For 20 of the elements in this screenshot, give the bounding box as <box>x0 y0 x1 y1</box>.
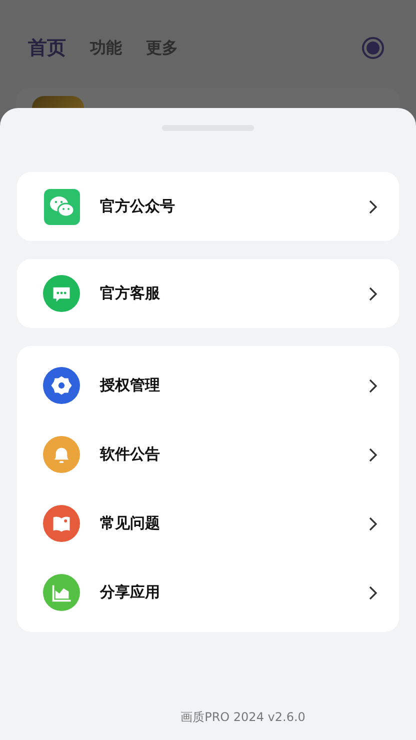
menu-label: 分享应用 <box>100 582 161 604</box>
chevron-right-icon <box>369 200 377 214</box>
menu-item[interactable]: 常见问题 <box>17 489 399 558</box>
menu-item[interactable]: 官方客服 <box>17 259 399 328</box>
menu-label: 授权管理 <box>100 375 161 396</box>
menu-label: 官方公众号 <box>100 196 176 218</box>
menu-label: 软件公告 <box>100 444 161 466</box>
menu-item[interactable]: 授权管理 <box>17 351 399 420</box>
record-icon <box>361 36 385 60</box>
chevron-right-icon <box>369 586 377 600</box>
menu-label: 官方客服 <box>100 283 161 304</box>
menu-label: 常见问题 <box>100 513 161 534</box>
chevron-right-icon <box>369 378 377 392</box>
chevron-right-icon <box>369 516 377 530</box>
version-text: 画质PRO 2024 v2.6.0 <box>180 709 306 726</box>
chevron-right-icon <box>369 286 377 300</box>
menu-item[interactable]: 官方公众号 <box>17 172 399 241</box>
menu-item[interactable]: 软件公告 <box>17 420 399 489</box>
chevron-right-icon <box>369 448 377 462</box>
menu-item[interactable]: 分享应用 <box>17 558 399 627</box>
